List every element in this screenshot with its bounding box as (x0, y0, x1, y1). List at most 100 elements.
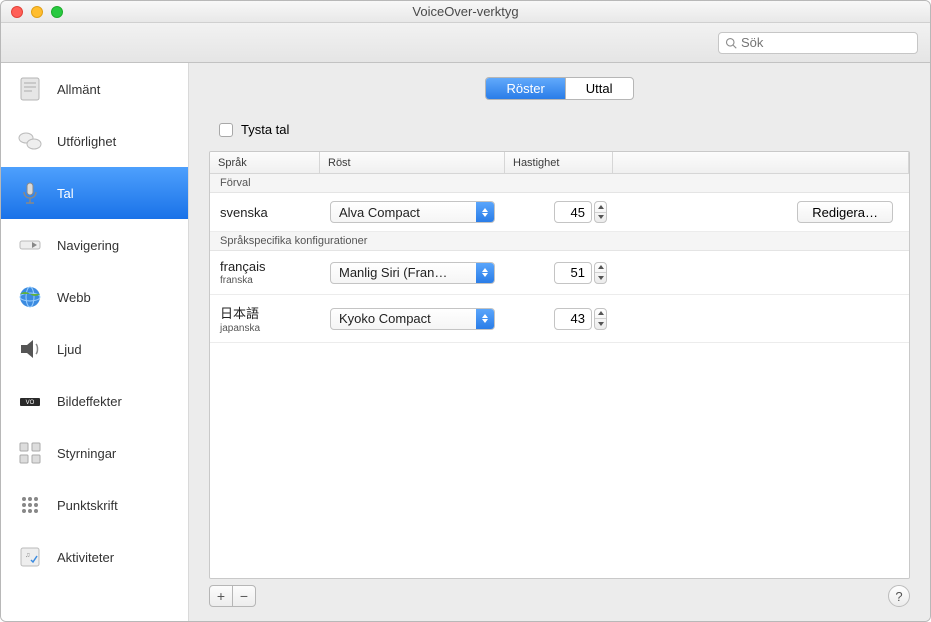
body: Allmänt Utförlighet Tal Navigering (1, 63, 930, 621)
voices-panel: Språk Röst Hastighet Förval svenska Alva… (209, 151, 910, 579)
activities-icon: ♫ (13, 540, 47, 574)
stepper-buttons (594, 308, 607, 330)
remove-button[interactable]: − (232, 585, 256, 607)
speech-icon (13, 176, 47, 210)
language-native: français (220, 259, 324, 274)
column-header-speed[interactable]: Hastighet (505, 152, 613, 173)
cell-speed (515, 201, 623, 223)
search-input[interactable] (741, 35, 917, 50)
stepper-down[interactable] (595, 319, 606, 329)
help-button[interactable]: ? (888, 585, 910, 607)
mute-label: Tysta tal (241, 122, 289, 137)
stepper-buttons (594, 262, 607, 284)
language-native: svenska (220, 205, 324, 220)
edit-button[interactable]: Redigera… (797, 201, 893, 223)
language-local: japanska (220, 323, 324, 334)
sidebar-item-label: Tal (57, 186, 74, 201)
minimize-window-button[interactable] (31, 6, 43, 18)
sidebar-item-speech[interactable]: Tal (1, 167, 188, 219)
cell-actions: Redigera… (623, 201, 899, 223)
table-body: Förval svenska Alva Compact (210, 174, 909, 578)
sidebar-item-label: Utförlighet (57, 134, 116, 149)
section-specific: Språkspecifika konfigurationer (210, 232, 909, 251)
visuals-icon: VO (13, 384, 47, 418)
stepper-up[interactable] (595, 309, 606, 320)
speed-stepper (554, 262, 607, 284)
stepper-down[interactable] (595, 273, 606, 283)
sidebar-item-label: Bildeffekter (57, 394, 122, 409)
table-row[interactable]: 日本語 japanska Kyoko Compact (210, 295, 909, 343)
column-header-voice[interactable]: Röst (320, 152, 505, 173)
speed-input[interactable] (554, 262, 592, 284)
verbosity-icon (13, 124, 47, 158)
sidebar-item-commanders[interactable]: Styrningar (1, 427, 188, 479)
tab-voices[interactable]: Röster (486, 78, 565, 99)
add-button[interactable]: + (209, 585, 233, 607)
speed-input[interactable] (554, 201, 592, 223)
stepper-up[interactable] (595, 263, 606, 274)
footer-buttons: + − (209, 585, 910, 607)
tab-pronunciation[interactable]: Uttal (566, 78, 633, 99)
sidebar-item-label: Punktskrift (57, 498, 118, 513)
language-native: 日本語 (220, 303, 324, 322)
cell-voice: Kyoko Compact (330, 308, 515, 330)
table-row[interactable]: français franska Manlig Siri (Fran… (210, 251, 909, 295)
close-window-button[interactable] (11, 6, 23, 18)
stepper-down[interactable] (595, 213, 606, 223)
table-row-default[interactable]: svenska Alva Compact (210, 193, 909, 232)
web-icon (13, 280, 47, 314)
sidebar-item-activities[interactable]: ♫ Aktiviteter (1, 531, 188, 583)
segmented-control: Röster Uttal (485, 77, 633, 100)
sidebar-item-visuals[interactable]: VO Bildeffekter (1, 375, 188, 427)
titlebar: VoiceOver-verktyg (1, 1, 930, 23)
voice-popup[interactable]: Alva Compact (330, 201, 495, 223)
cell-voice: Alva Compact (330, 201, 515, 223)
zoom-window-button[interactable] (51, 6, 63, 18)
stepper-buttons (594, 201, 607, 223)
commanders-icon (13, 436, 47, 470)
svg-text:♫: ♫ (25, 552, 30, 559)
search-icon (725, 37, 737, 49)
section-default: Förval (210, 174, 909, 193)
braille-icon (13, 488, 47, 522)
toolbar (1, 23, 930, 63)
language-local: franska (220, 275, 324, 286)
speed-input[interactable] (554, 308, 592, 330)
voice-popup-label: Manlig Siri (Fran… (331, 265, 476, 280)
window: VoiceOver-verktyg Allmänt Utförlighe (0, 0, 931, 622)
mute-row: Tysta tal (209, 114, 910, 151)
stepper-up[interactable] (595, 202, 606, 213)
sidebar-item-sound[interactable]: Ljud (1, 323, 188, 375)
mute-checkbox[interactable] (219, 123, 233, 137)
sidebar-item-verbosity[interactable]: Utförlighet (1, 115, 188, 167)
content: Röster Uttal Tysta tal Språk Röst Hastig… (189, 63, 930, 621)
table-header: Språk Röst Hastighet (210, 152, 909, 174)
traffic-lights (1, 6, 63, 18)
voice-popup[interactable]: Manlig Siri (Fran… (330, 262, 495, 284)
sidebar-item-label: Navigering (57, 238, 119, 253)
sidebar-item-label: Aktiviteter (57, 550, 114, 565)
search-field[interactable] (718, 32, 918, 54)
cell-speed (515, 262, 623, 284)
voice-popup[interactable]: Kyoko Compact (330, 308, 495, 330)
column-header-language[interactable]: Språk (210, 152, 320, 173)
sidebar: Allmänt Utförlighet Tal Navigering (1, 63, 189, 621)
column-header-extra (613, 152, 909, 173)
sidebar-item-web[interactable]: Webb (1, 271, 188, 323)
svg-text:VO: VO (26, 400, 35, 406)
cell-language: français franska (220, 259, 330, 286)
cell-language: 日本語 japanska (220, 303, 330, 334)
sidebar-item-general[interactable]: Allmänt (1, 63, 188, 115)
voice-popup-label: Kyoko Compact (331, 311, 476, 326)
cell-speed (515, 308, 623, 330)
tab-control: Röster Uttal (209, 77, 910, 100)
speed-stepper (554, 201, 607, 223)
sidebar-item-navigation[interactable]: Navigering (1, 219, 188, 271)
sound-icon (13, 332, 47, 366)
sidebar-item-label: Webb (57, 290, 91, 305)
sidebar-item-braille[interactable]: Punktskrift (1, 479, 188, 531)
speed-stepper (554, 308, 607, 330)
popup-arrows-icon (476, 202, 494, 222)
popup-arrows-icon (476, 263, 494, 283)
window-title: VoiceOver-verktyg (1, 4, 930, 19)
